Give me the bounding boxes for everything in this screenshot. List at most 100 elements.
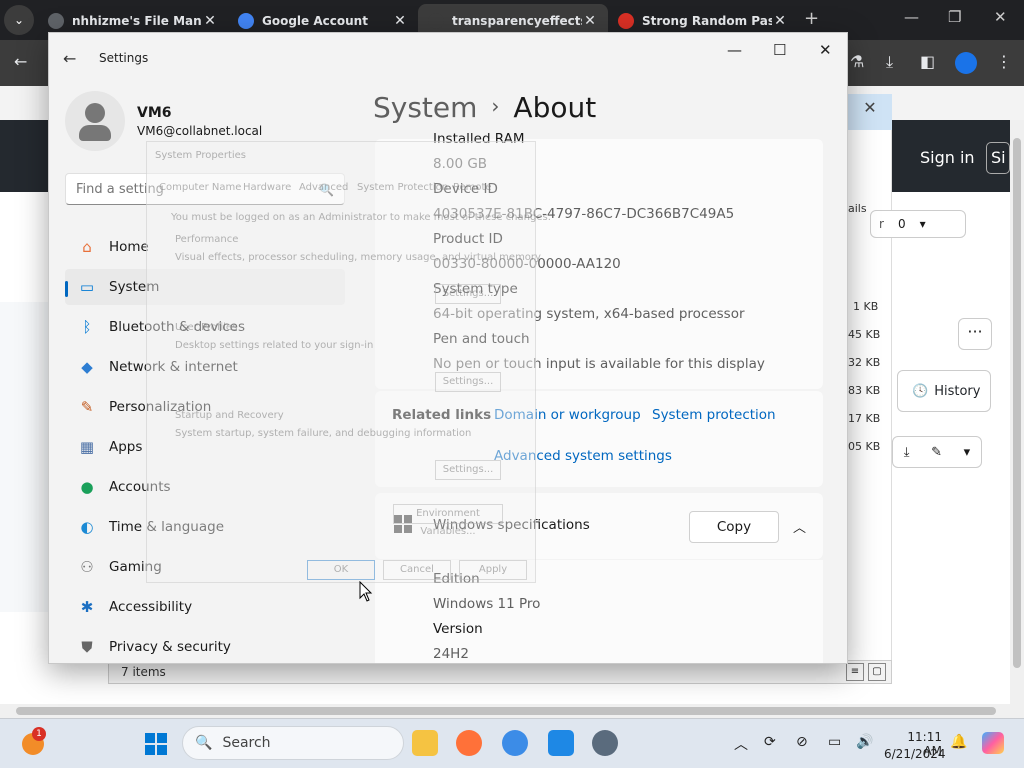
gamepad-icon: ⚇	[80, 558, 94, 576]
tiles-view-icon[interactable]: ▢	[868, 663, 886, 681]
tab-advanced[interactable]: Advanced	[299, 182, 348, 193]
chevron-up-icon[interactable]: ︿	[734, 734, 748, 754]
sign-in-link[interactable]: Sign in	[920, 148, 975, 167]
user-avatar[interactable]	[65, 91, 125, 151]
tab-close-icon[interactable]: ✕	[392, 13, 408, 29]
history-clock-icon: 🕓	[912, 383, 929, 399]
tab-close-icon[interactable]: ✕	[772, 13, 788, 29]
volume-icon[interactable]: 🔊	[856, 734, 873, 750]
remote-desktop-icon[interactable]	[548, 730, 574, 756]
tab-favicon-icon	[428, 13, 444, 29]
environment-variables-button[interactable]: Environment Variables...	[393, 504, 503, 537]
globe-clock-icon: ◐	[80, 518, 94, 536]
chevron-down-icon[interactable]: ▾	[964, 445, 971, 460]
bell-icon[interactable]: 🔔	[950, 734, 967, 750]
file-size: 45 KB	[848, 328, 881, 341]
start-windows-icon[interactable]	[145, 733, 167, 755]
tab-hardware[interactable]: Hardware	[243, 182, 291, 193]
profile-avatar-icon[interactable]	[955, 52, 977, 74]
back-arrow-icon[interactable]: ←	[14, 52, 27, 71]
edit-pencil-icon[interactable]: ✎	[931, 445, 942, 460]
details-view-icon[interactable]: ≡	[846, 663, 864, 681]
horizontal-scrollbar[interactable]	[0, 704, 1024, 718]
tab-computer-name[interactable]: Computer Name	[159, 182, 241, 193]
tab-title: Google Account	[262, 14, 368, 28]
details-tab[interactable]: ails	[848, 202, 867, 215]
tab-title: nhhizme's File Manag	[72, 14, 202, 28]
firefox-icon[interactable]	[456, 730, 482, 756]
back-arrow-icon[interactable]: ←	[63, 49, 76, 68]
ok-button[interactable]: OK	[307, 560, 375, 580]
chrome-icon[interactable]	[502, 730, 528, 756]
counter-box[interactable]: r 0 ▾	[870, 210, 966, 238]
labs-flask-icon[interactable]: ⚗	[850, 52, 864, 71]
selection-indicator	[65, 281, 68, 297]
sign-up-button[interactable]: Si	[986, 142, 1010, 174]
tab-remote[interactable]: Remote	[453, 182, 492, 193]
tab-title: Strong Random Passw	[642, 14, 772, 28]
chevron-up-icon[interactable]: ︿	[793, 517, 806, 536]
startup-settings-button[interactable]: Settings...	[435, 460, 501, 480]
taskbar-search-box[interactable]: 🔍 Search	[182, 726, 404, 760]
minimize-icon[interactable]: —	[904, 8, 919, 26]
bluetooth-icon: ᛒ	[82, 318, 92, 336]
download-file-icon[interactable]: ⤓	[904, 445, 910, 460]
user-email: VM6@collabnet.local	[137, 124, 263, 138]
settings-gear-icon[interactable]	[592, 730, 618, 756]
menu-kebab-icon[interactable]: ⋮	[996, 52, 1012, 71]
panel-close-icon[interactable]: ✕	[848, 94, 892, 130]
tab-title: transparencyeffectswi	[452, 14, 582, 28]
apply-button[interactable]: Apply	[459, 560, 527, 580]
sync-icon[interactable]: ⟳	[764, 734, 776, 750]
close-icon[interactable]: ✕	[994, 8, 1007, 26]
file-action-buttons: ⤓ ✎ ▾	[892, 436, 982, 468]
admin-note: You must be logged on as an Administrato…	[171, 212, 551, 223]
download-icon[interactable]: ⤓	[886, 52, 893, 72]
tab-favicon-icon	[618, 13, 634, 29]
network-offline-icon[interactable]: ⊘	[796, 734, 808, 750]
search-label: Search	[222, 735, 271, 751]
file-explorer-icon[interactable]	[412, 730, 438, 756]
profiles-settings-button[interactable]: Settings...	[435, 372, 501, 392]
performance-desc: Visual effects, processor scheduling, me…	[175, 252, 541, 263]
brush-icon: ✎	[80, 398, 94, 416]
windows-spec-value: Windows 11 Pro	[433, 596, 541, 612]
system-protection-link[interactable]: System protection	[652, 407, 776, 423]
tab-close-icon[interactable]: ✕	[202, 13, 218, 29]
tab-system-protection[interactable]: System Protection	[357, 182, 448, 193]
breadcrumb-parent[interactable]: System	[373, 91, 477, 124]
copilot-icon[interactable]	[982, 732, 1004, 754]
settings-window: ← Settings — ☐ ✕ VM6 VM6@collabnet.local…	[48, 32, 848, 664]
maximize-icon[interactable]: ☐	[773, 41, 786, 59]
clock-date[interactable]: 6/21/2024	[884, 747, 946, 761]
system-properties-dialog-ghost: System Properties Computer Name Hardware…	[146, 141, 551, 583]
accessibility-icon: ✱	[80, 598, 94, 616]
close-icon[interactable]: ✕	[819, 41, 832, 59]
display-icon[interactable]: ▭	[828, 734, 841, 750]
file-size: 05 KB	[848, 440, 881, 453]
copy-button[interactable]: Copy	[689, 511, 779, 543]
notification-badge: 1	[32, 727, 46, 741]
more-options-button[interactable]: ···	[958, 318, 992, 350]
user-profiles-title: User Profiles	[175, 322, 238, 333]
sidebar-item-label: Accessibility	[109, 599, 193, 615]
sidebar-item-label: Home	[109, 239, 149, 255]
tab-search-button[interactable]: ⌄	[4, 5, 34, 35]
shield-icon: ⛊	[81, 638, 93, 656]
tab-favicon-icon	[48, 13, 64, 29]
sidebar-item-accessibility[interactable]: ✱ Accessibility	[65, 589, 345, 625]
side-panel-icon[interactable]: ◧	[920, 52, 935, 71]
file-size: 17 KB	[848, 412, 881, 425]
tab-close-icon[interactable]: ✕	[582, 13, 598, 29]
vertical-scrollbar[interactable]	[1010, 120, 1024, 704]
breadcrumb-separator: ›	[491, 94, 500, 118]
minimize-icon[interactable]: —	[727, 41, 742, 59]
cancel-button[interactable]: Cancel	[383, 560, 451, 580]
sidebar-item-privacy-security[interactable]: ⛊ Privacy & security	[65, 629, 345, 663]
file-size: 83 KB	[848, 384, 881, 397]
new-tab-button[interactable]: +	[804, 8, 819, 29]
sidebar-item-label: Apps	[109, 439, 143, 455]
maximize-icon[interactable]: ❐	[948, 8, 961, 26]
performance-settings-button[interactable]: Settings...	[435, 284, 501, 304]
history-button[interactable]: 🕓 History	[897, 370, 991, 412]
